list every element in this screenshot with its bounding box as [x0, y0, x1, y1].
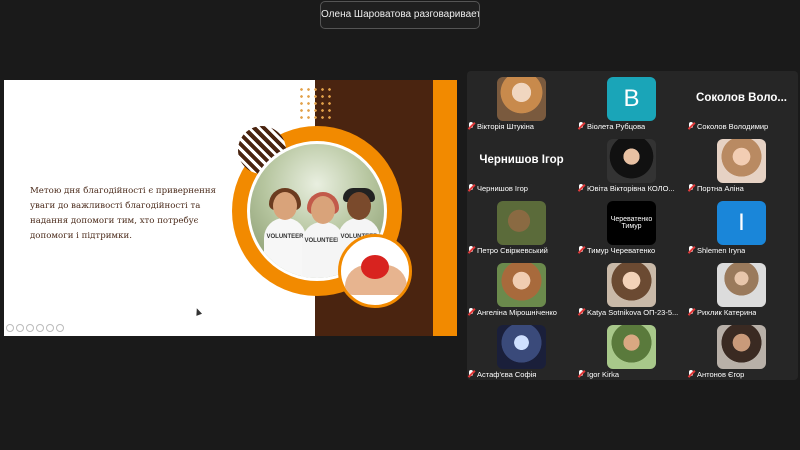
avatar: Череватенко Тимур [607, 201, 656, 245]
participant-tile[interactable]: Антонов Єгор [687, 320, 796, 380]
avatar [497, 201, 546, 245]
avatar [717, 139, 766, 183]
heart-icon [361, 255, 389, 279]
participant-tile[interactable]: I Shlemen Iryna [687, 196, 796, 256]
avatar [497, 77, 546, 121]
participant-tile[interactable]: Астаф'єва Софія [467, 320, 576, 380]
participant-tile[interactable]: Чернишов Ігор Чернишов Ігор [467, 134, 576, 194]
mic-muted-icon [577, 246, 585, 254]
participant-tile[interactable]: Ювіта Вікторівна КОЛО... [577, 134, 686, 194]
participant-name: Shlemen Iryna [697, 245, 746, 255]
participant-tile[interactable]: Ангеліна Мірошніченко [467, 258, 576, 318]
mic-muted-icon [467, 122, 475, 130]
participant-name: Ангеліна Мірошніченко [477, 307, 557, 317]
pen-icon[interactable] [26, 324, 34, 332]
participant-name: Рихлик Катерина [697, 307, 757, 317]
mic-muted-icon [687, 308, 695, 316]
avatar [607, 325, 656, 369]
next-slide-icon[interactable] [16, 324, 24, 332]
mic-muted-icon [467, 246, 475, 254]
participant-tile[interactable]: Katya Sotnikova ОП-23-5... [577, 258, 686, 318]
more-icon[interactable] [56, 324, 64, 332]
participant-name: Віолета Рубцова [587, 121, 646, 131]
slide-controls[interactable] [6, 324, 64, 334]
participant-tile[interactable]: Петро Свіржевський [467, 196, 576, 256]
prev-slide-icon[interactable] [6, 324, 14, 332]
participant-name: Антонов Єгор [697, 369, 745, 379]
participant-display-name: Соколов Воло... [696, 92, 787, 104]
participant-tile[interactable]: Соколов Воло... Соколов Володимир [687, 72, 796, 132]
participant-tile[interactable]: Череватенко Тимур Тимур Череватенко [577, 196, 686, 256]
mic-muted-icon [577, 370, 585, 378]
participant-tile[interactable]: Вікторія Штукіна [467, 72, 576, 132]
mic-muted-icon [577, 122, 585, 130]
participants-gallery: Вікторія Штукіна В Віолета Рубцова Сокол… [467, 71, 798, 380]
active-speaker-toast: Олена Шароватова разговаривает... [320, 1, 480, 29]
heart-hands-photo [338, 234, 412, 308]
mic-muted-icon [687, 184, 695, 192]
slide-dot-pattern [298, 86, 332, 122]
avatar [497, 325, 546, 369]
avatar: В [607, 77, 656, 121]
grid-icon[interactable] [36, 324, 44, 332]
avatar: I [717, 201, 766, 245]
participant-tile[interactable]: Igor Kirka [577, 320, 686, 380]
mic-muted-icon [577, 308, 585, 316]
slide-body-text: Метою дня благодійності є привернення ув… [30, 186, 216, 241]
participant-name: Петро Свіржевський [477, 245, 548, 255]
mic-muted-icon [577, 184, 585, 192]
avatar [607, 263, 656, 307]
mic-muted-icon [687, 370, 695, 378]
mic-muted-icon [467, 184, 475, 192]
avatar [717, 325, 766, 369]
zoom-icon[interactable] [46, 324, 54, 332]
participant-name: Тимур Череватенко [587, 245, 656, 255]
volunteer-shirt-text: VOLUNTEER [304, 238, 342, 244]
participant-tile[interactable]: Рихлик Катерина [687, 258, 796, 318]
participant-tile[interactable]: Портна Аліна [687, 134, 796, 194]
participant-tile[interactable]: В Віолета Рубцова [577, 72, 686, 132]
participant-name: Igor Kirka [587, 369, 620, 379]
participant-name: Ювіта Вікторівна КОЛО... [587, 183, 675, 193]
participant-name: Астаф'єва Софія [477, 369, 537, 379]
mic-muted-icon [467, 370, 475, 378]
participant-name: Соколов Володимир [697, 121, 769, 131]
participant-name: Чернишов Ігор [477, 183, 528, 193]
mic-muted-icon [687, 246, 695, 254]
avatar [717, 263, 766, 307]
mouse-cursor-icon [193, 307, 203, 316]
participant-name: Портна Аліна [697, 183, 744, 193]
mic-muted-icon [687, 122, 695, 130]
avatar [497, 263, 546, 307]
shared-slide: VOLUNTEER VOLUNTEER VOLUNTEER Метою дня … [4, 80, 457, 336]
participant-name: Вікторія Штукіна [477, 121, 534, 131]
participant-display-name: Чернишов Ігор [479, 154, 564, 166]
volunteer-shirt-text: VOLUNTEER [266, 234, 304, 240]
slide-orange-stripe [433, 80, 457, 336]
avatar [607, 139, 656, 183]
participant-name: Katya Sotnikova ОП-23-5... [587, 307, 679, 317]
mic-muted-icon [467, 308, 475, 316]
